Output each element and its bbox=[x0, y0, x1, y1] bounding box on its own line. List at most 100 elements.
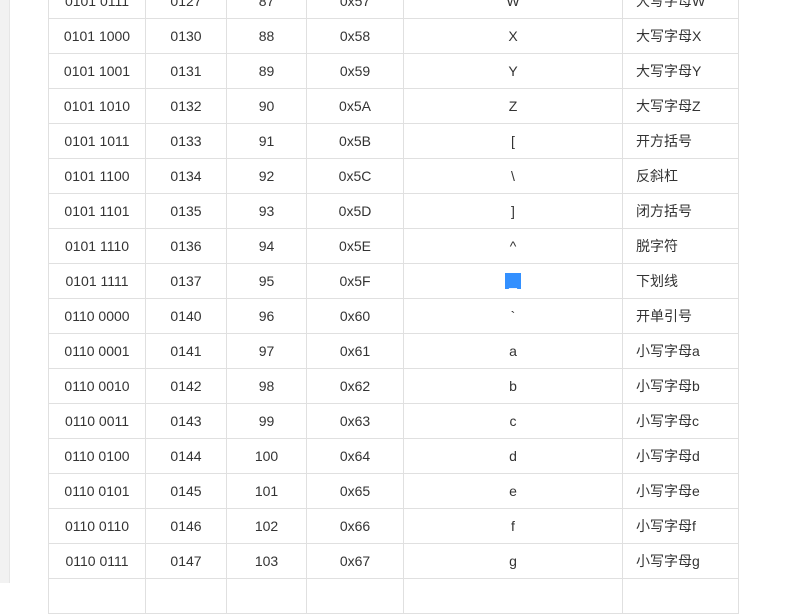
hex-cell: 0x58 bbox=[306, 18, 404, 54]
table-row: 0101 1000 0130 88 0x58 X 大写字母X bbox=[48, 18, 739, 54]
decimal-text: 87 bbox=[258, 0, 275, 9]
hex-cell: 0x62 bbox=[306, 368, 404, 404]
octal-cell: 0135 bbox=[145, 193, 227, 229]
char-text: ] bbox=[511, 203, 515, 219]
octal-cell: 0143 bbox=[145, 403, 227, 439]
binary-cell: 0101 1111 bbox=[48, 263, 146, 299]
binary-cell: 0101 1101 bbox=[48, 193, 146, 229]
description-cell: 小写字母b bbox=[622, 368, 739, 404]
char-text: ^ bbox=[509, 238, 517, 254]
decimal-text: 101 bbox=[254, 483, 279, 499]
table-row: 0110 0010 0142 98 0x62 b 小写字母b bbox=[48, 368, 739, 404]
binary-text: 0110 0101 bbox=[64, 483, 130, 499]
char-cell bbox=[403, 578, 623, 614]
description-text: 反斜杠 bbox=[636, 168, 678, 184]
table-row: 0110 0111 0147 103 0x67 g 小写字母g bbox=[48, 543, 739, 579]
octal-text: 0144 bbox=[170, 448, 202, 464]
octal-text: 0145 bbox=[170, 483, 202, 499]
char-text: W bbox=[506, 0, 520, 9]
octal-text: 0140 bbox=[170, 308, 202, 324]
char-text: X bbox=[508, 28, 518, 44]
decimal-text: 100 bbox=[254, 448, 279, 464]
decimal-text: 88 bbox=[258, 28, 275, 44]
decimal-cell: 91 bbox=[226, 123, 307, 159]
description-text: 闭方括号 bbox=[636, 203, 692, 219]
description-text: 小写字母g bbox=[636, 553, 700, 569]
binary-text: 0101 1101 bbox=[64, 203, 130, 219]
hex-text: 0x5F bbox=[339, 273, 371, 289]
table-row: 0110 0001 0141 97 0x61 a 小写字母a bbox=[48, 333, 739, 369]
octal-cell: 0132 bbox=[145, 88, 227, 124]
decimal-cell: 92 bbox=[226, 158, 307, 194]
binary-text: 0101 1011 bbox=[64, 133, 130, 149]
octal-cell: 0140 bbox=[145, 298, 227, 334]
description-cell: 闭方括号 bbox=[622, 193, 739, 229]
decimal-cell: 100 bbox=[226, 438, 307, 474]
binary-text: 0101 1100 bbox=[64, 168, 130, 184]
octal-text: 0127 bbox=[170, 0, 202, 9]
binary-text: 0101 1110 bbox=[64, 238, 130, 254]
decimal-cell: 102 bbox=[226, 508, 307, 544]
char-cell: d bbox=[403, 438, 623, 474]
char-cell: ` bbox=[403, 298, 623, 334]
binary-text: 0101 1111 bbox=[65, 273, 129, 289]
char-cell: _ bbox=[403, 263, 623, 299]
octal-cell: 0144 bbox=[145, 438, 227, 474]
octal-cell: 0130 bbox=[145, 18, 227, 54]
char-cell: X bbox=[403, 18, 623, 54]
char-cell: Z bbox=[403, 88, 623, 124]
binary-cell: 0101 1110 bbox=[48, 228, 146, 264]
ascii-table-body: 0101 0111 0127 87 0x57 W 大写字母W 0101 1000 0130 88… bbox=[48, 0, 739, 614]
decimal-cell: 90 bbox=[226, 88, 307, 124]
table-row: 0101 1010 0132 90 0x5A Z 大写字母Z bbox=[48, 88, 739, 124]
char-text: b bbox=[509, 378, 517, 394]
description-text: 小写字母f bbox=[636, 518, 696, 534]
hex-cell: 0x5A bbox=[306, 88, 404, 124]
table-row: 0101 1101 0135 93 0x5D] 闭方括号 bbox=[48, 193, 739, 229]
decimal-cell: 93 bbox=[226, 193, 307, 229]
decimal-text: 103 bbox=[254, 553, 279, 569]
octal-cell: 0136 bbox=[145, 228, 227, 264]
hex-cell: 0x64 bbox=[306, 438, 404, 474]
binary-text: 0101 1000 bbox=[63, 28, 131, 44]
char-text: Z bbox=[508, 98, 518, 114]
octal-cell: 0137 bbox=[145, 263, 227, 299]
binary-text: 0110 0011 bbox=[64, 413, 130, 429]
description-text: 小写字母e bbox=[636, 483, 700, 499]
hex-cell bbox=[306, 578, 404, 614]
decimal-text: 96 bbox=[258, 308, 275, 324]
hex-cell: 0x60 bbox=[306, 298, 404, 334]
char-text: c bbox=[509, 413, 517, 429]
selected-char-text: _ bbox=[505, 273, 521, 289]
decimal-cell bbox=[226, 578, 307, 614]
table-row: 0101 1110 0136 94 0x5E ^ 脱字符 bbox=[48, 228, 739, 264]
description-cell: 大写字母X bbox=[622, 18, 739, 54]
char-cell: g bbox=[403, 543, 623, 579]
decimal-text: 89 bbox=[258, 63, 275, 79]
hex-text: 0x65 bbox=[339, 483, 371, 499]
description-text: 下划线 bbox=[636, 273, 678, 289]
description-cell: 小写字母e bbox=[622, 473, 739, 509]
octal-cell: 0146 bbox=[145, 508, 227, 544]
description-cell: 小写字母g bbox=[622, 543, 739, 579]
description-text: 小写字母a bbox=[636, 343, 700, 359]
char-cell: c bbox=[403, 403, 623, 439]
description-text: 开方括号 bbox=[636, 133, 692, 149]
hex-text: 0x66 bbox=[339, 518, 371, 534]
char-text: [ bbox=[511, 133, 515, 149]
table-row: 0101 1100 0134 92 0x5C \ 反斜杠 bbox=[48, 158, 739, 194]
hex-cell: 0x57 bbox=[306, 0, 404, 19]
binary-text: 0101 0111 bbox=[64, 0, 130, 9]
table-row: 0101 1011 0133 91 0x5B [开方括号 bbox=[48, 123, 739, 159]
char-cell: b bbox=[403, 368, 623, 404]
decimal-text: 95 bbox=[258, 273, 275, 289]
hex-cell: 0x63 bbox=[306, 403, 404, 439]
description-text: 小写字母d bbox=[636, 448, 700, 464]
binary-text: 0110 0001 bbox=[64, 343, 130, 359]
decimal-cell: 94 bbox=[226, 228, 307, 264]
binary-cell: 0110 0111 bbox=[48, 543, 146, 579]
binary-cell: 0110 0110 bbox=[48, 508, 146, 544]
hex-cell: 0x5B bbox=[306, 123, 404, 159]
char-text: \ bbox=[511, 168, 515, 184]
hex-text: 0x5B bbox=[339, 133, 371, 149]
